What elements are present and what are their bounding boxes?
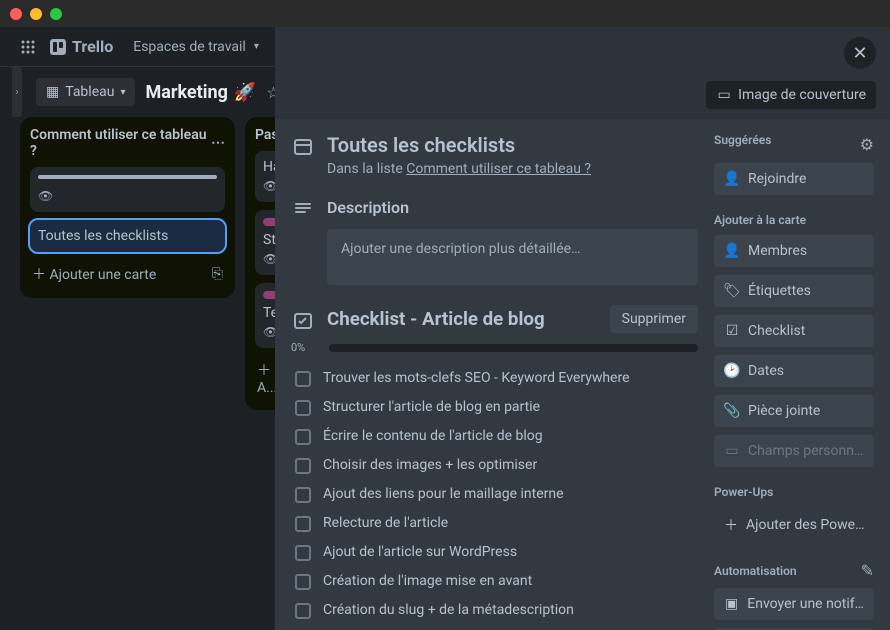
checklist-checkbox[interactable] [295, 429, 311, 445]
trello-icon [50, 39, 66, 55]
checklist-item[interactable]: Choisir des images + les optimiser [291, 451, 698, 480]
suggested-settings[interactable]: ⚙ [860, 135, 874, 154]
send-notification-button[interactable]: ▣Envoyer une notif… [714, 588, 874, 620]
clip-icon: 📎 [724, 403, 740, 419]
checklist-item-text: Création du slug + de la métadescription [323, 602, 574, 618]
checklist-item[interactable]: Écrire le contenu de l'article de blog [291, 422, 698, 451]
labels-button[interactable]: 🏷Étiquettes [714, 275, 874, 307]
checklist-checkbox[interactable] [295, 574, 311, 590]
checklist-checkbox[interactable] [295, 516, 311, 532]
board-icon: ▦ [46, 84, 59, 100]
app-switcher[interactable] [10, 33, 46, 61]
list-menu[interactable]: ⋯ [211, 135, 225, 151]
checklist-checkbox[interactable] [295, 371, 311, 387]
checklist-item-text: Relecture de l'article [323, 515, 448, 531]
board-view-switcher[interactable]: ▦ Tableau ▾ [36, 78, 135, 106]
checklist-item[interactable]: Relecture de l'article [291, 509, 698, 538]
checklist-item-text: Ajout des liens pour le maillage interne [323, 486, 564, 502]
card-cover-bar [38, 175, 217, 179]
board-view-label: Tableau [65, 84, 114, 100]
checklist-item-text: Trouver les mots-clefs SEO - Keyword Eve… [323, 370, 630, 386]
delete-checklist-button[interactable]: Supprimer [610, 305, 698, 333]
card-modal: ✕ ▭ Image de couverture Toutes les check… [275, 27, 890, 630]
in-list-link[interactable]: Comment utiliser ce tableau ? [406, 161, 591, 177]
add-to-card-heading: Ajouter à la carte [714, 213, 874, 227]
automation-icon: ▣ [724, 596, 739, 612]
card-text: Toutes les checklists [38, 228, 168, 244]
cover-icon: ▭ [716, 87, 732, 103]
checklist-item-text: Ajout de l'article sur WordPress [323, 544, 517, 560]
powerups-heading: Power-Ups [714, 485, 874, 499]
watch-icon: 👁 [38, 189, 53, 203]
nav-workspaces[interactable]: Espaces de travail [123, 33, 269, 61]
description-icon [291, 195, 315, 219]
in-list-line: Dans la liste Comment utiliser ce tablea… [327, 161, 698, 177]
add-card-button[interactable]: ＋ Ajouter une carte ⎘ [30, 260, 225, 288]
checklist-item[interactable]: Création du slug + de la métadescription [291, 596, 698, 625]
members-button[interactable]: 👤Membres [714, 235, 874, 267]
checklist-item-text: Choisir des images + les optimiser [323, 457, 537, 473]
checklist-checkbox[interactable] [295, 545, 311, 561]
automation-edit[interactable]: ✎ [861, 561, 874, 580]
mac-close[interactable] [10, 8, 22, 20]
clock-icon: 🕑 [724, 363, 740, 379]
checklist-icon [291, 307, 315, 331]
card-template-icon[interactable]: ⎘ [212, 266, 223, 282]
checklist-percent: 0% [291, 341, 319, 354]
suggested-heading: Suggérées [714, 133, 771, 147]
sidebar-expand-handle[interactable]: › [12, 67, 22, 117]
automation-heading: Automatisation [714, 564, 797, 578]
checklist-item[interactable]: Programmer l'article de blog [291, 625, 698, 630]
check-icon: ☑ [724, 323, 740, 339]
chevron-down-icon: ▾ [120, 87, 125, 98]
user-icon: 👤 [724, 243, 740, 259]
checklist-item[interactable]: Ajout des liens pour le maillage interne [291, 480, 698, 509]
list-title-text[interactable]: Comment utiliser ce tableau ? [30, 127, 211, 159]
checklist-items: Trouver les mots-clefs SEO - Keyword Eve… [291, 364, 698, 630]
checklist-progress-bar [329, 344, 698, 352]
trello-logo[interactable]: Trello [50, 37, 113, 56]
checklist-item[interactable]: Création de l'image mise en avant [291, 567, 698, 596]
tag-icon: 🏷 [724, 283, 740, 299]
logo-text: Trello [72, 37, 113, 56]
checklist-item-text: Création de l'image mise en avant [323, 573, 532, 589]
user-icon: 👤 [724, 171, 740, 187]
card-title[interactable]: Toutes les checklists [327, 133, 515, 157]
description-heading: Description [327, 198, 409, 217]
checklist-checkbox[interactable] [295, 458, 311, 474]
checklist-checkbox[interactable] [295, 487, 311, 503]
dates-button[interactable]: 🕑Dates [714, 355, 874, 387]
mac-titlebar [0, 0, 890, 27]
attachment-button[interactable]: 📎Pièce jointe [714, 395, 874, 427]
board-name[interactable]: Marketing 🚀 [145, 82, 256, 103]
checklist-button[interactable]: ☑Checklist [714, 315, 874, 347]
checklist-item[interactable]: Structurer l'article de blog en partie [291, 393, 698, 422]
checklist-title[interactable]: Checklist - Article de blog [327, 308, 545, 330]
field-icon: ▭ [724, 443, 740, 459]
checklist-item-text: Écrire le contenu de l'article de blog [323, 428, 543, 444]
cover-image-button[interactable]: ▭ Image de couverture [706, 81, 876, 109]
mac-minimize[interactable] [30, 8, 42, 20]
mac-zoom[interactable] [50, 8, 62, 20]
list-card[interactable]: 👁 [30, 167, 225, 212]
description-input[interactable]: Ajouter une description plus détaillée… [327, 229, 698, 285]
list: Comment utiliser ce tableau ? ⋯ 👁 Toutes… [20, 117, 235, 298]
close-modal[interactable]: ✕ [844, 37, 876, 69]
checklist-item[interactable]: Trouver les mots-clefs SEO - Keyword Eve… [291, 364, 698, 393]
checklist-checkbox[interactable] [295, 400, 311, 416]
checklist-item[interactable]: Ajout de l'article sur WordPress [291, 538, 698, 567]
list-card-selected[interactable]: Toutes les checklists [30, 220, 225, 252]
custom-fields-button[interactable]: ▭Champs personn… [714, 435, 874, 467]
join-button[interactable]: 👤Rejoindre [714, 163, 874, 195]
modal-cover-area: ✕ ▭ Image de couverture [275, 27, 890, 119]
add-powerups-button[interactable]: ＋Ajouter des Powe… [714, 507, 874, 543]
card-icon [291, 133, 315, 157]
checklist-checkbox[interactable] [295, 603, 311, 619]
plus-icon: ＋ [724, 515, 738, 535]
checklist-item-text: Structurer l'article de blog en partie [323, 399, 540, 415]
